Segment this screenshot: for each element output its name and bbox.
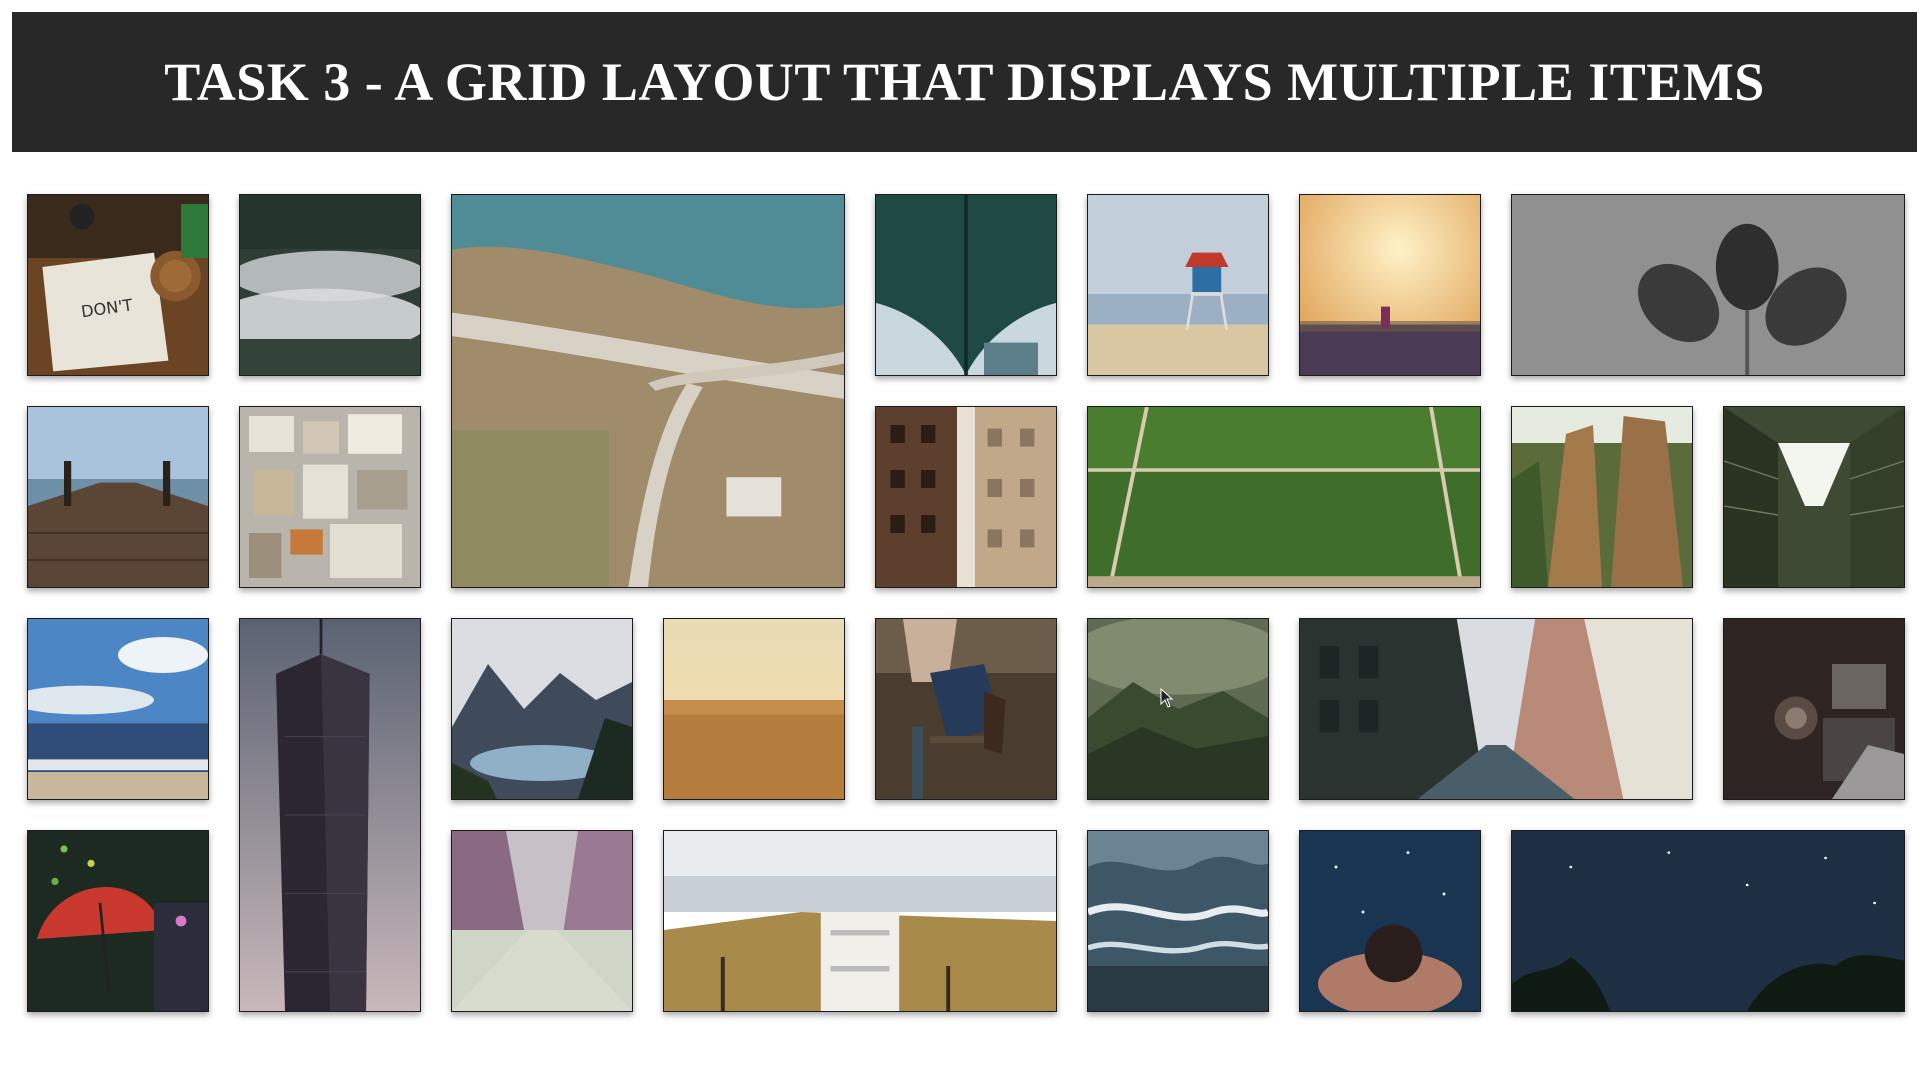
grid-item-red-umbrella[interactable] bbox=[27, 830, 209, 1012]
mountain-lake-image bbox=[452, 619, 632, 799]
rock-cliffs-image bbox=[1512, 407, 1692, 587]
grid-item-lifeguard-chair[interactable] bbox=[663, 830, 1057, 1012]
projector-image bbox=[1724, 619, 1904, 799]
grid-item-misty-road[interactable] bbox=[451, 830, 633, 1012]
grid-item-person-sitting[interactable] bbox=[875, 618, 1057, 800]
city-houses-image bbox=[240, 407, 420, 587]
image-grid: DON'T bbox=[27, 194, 1905, 1012]
grid-item-city-houses[interactable] bbox=[239, 406, 421, 588]
ocean-beach-image bbox=[28, 619, 208, 799]
highway-aerial-image bbox=[452, 195, 844, 587]
grid-item-sunset-runner[interactable] bbox=[1299, 194, 1481, 376]
desert-image bbox=[664, 619, 844, 799]
grid-item-foggy-forest[interactable] bbox=[239, 194, 421, 376]
grid-item-highway-aerial[interactable] bbox=[451, 194, 845, 588]
sunset-runner-image bbox=[1300, 195, 1480, 375]
grid-item-skyscraper[interactable] bbox=[239, 618, 421, 1012]
lifeguard-chair-image bbox=[664, 831, 1056, 1011]
starry-sky-image bbox=[1512, 831, 1904, 1011]
grid-item-desert[interactable] bbox=[663, 618, 845, 800]
grid-item-bridge-underside[interactable] bbox=[875, 194, 1057, 376]
night-swimmer-image bbox=[1300, 831, 1480, 1011]
misty-hills-image bbox=[1088, 619, 1268, 799]
ocean-waves-image bbox=[1088, 831, 1268, 1011]
misty-road-image bbox=[452, 831, 632, 1011]
skyscraper-image bbox=[240, 619, 420, 1011]
grass-field-image bbox=[1088, 407, 1480, 587]
grid-item-lifeguard-tower[interactable] bbox=[1087, 194, 1269, 376]
foggy-forest-image bbox=[240, 195, 420, 375]
grid-item-desk-notebook[interactable]: DON'T bbox=[27, 194, 209, 376]
grid-item-city-street[interactable] bbox=[1299, 618, 1693, 800]
grid-item-ocean-waves[interactable] bbox=[1087, 830, 1269, 1012]
grid-item-ocean-beach[interactable] bbox=[27, 618, 209, 800]
bridge-underside-image bbox=[876, 195, 1056, 375]
grid-item-pier[interactable] bbox=[27, 406, 209, 588]
grid-item-pine-cones[interactable] bbox=[1511, 194, 1905, 376]
grid-item-misty-hills[interactable] bbox=[1087, 618, 1269, 800]
city-street-image bbox=[1300, 619, 1692, 799]
grid-item-starry-sky[interactable] bbox=[1511, 830, 1905, 1012]
page: TASK 3 - A GRID LAYOUT THAT DISPLAYS MUL… bbox=[0, 0, 1920, 1080]
grid-item-projector[interactable] bbox=[1723, 618, 1905, 800]
grid-item-grass-field[interactable] bbox=[1087, 406, 1481, 588]
red-umbrella-image bbox=[28, 831, 208, 1011]
pier-image bbox=[28, 407, 208, 587]
grid-item-courtyard-sky[interactable] bbox=[1723, 406, 1905, 588]
grid-item-rock-cliffs[interactable] bbox=[1511, 406, 1693, 588]
grid-item-night-swimmer[interactable] bbox=[1299, 830, 1481, 1012]
page-title: TASK 3 - A GRID LAYOUT THAT DISPLAYS MUL… bbox=[164, 52, 1765, 112]
fire-escapes-image bbox=[876, 407, 1056, 587]
lifeguard-tower-image bbox=[1088, 195, 1268, 375]
grid-item-mountain-lake[interactable] bbox=[451, 618, 633, 800]
person-sitting-image bbox=[876, 619, 1056, 799]
courtyard-sky-image bbox=[1724, 407, 1904, 587]
pine-cones-image bbox=[1512, 195, 1904, 375]
grid-item-fire-escapes[interactable] bbox=[875, 406, 1057, 588]
desk-notebook-image: DON'T bbox=[28, 195, 208, 375]
page-header: TASK 3 - A GRID LAYOUT THAT DISPLAYS MUL… bbox=[12, 12, 1917, 152]
